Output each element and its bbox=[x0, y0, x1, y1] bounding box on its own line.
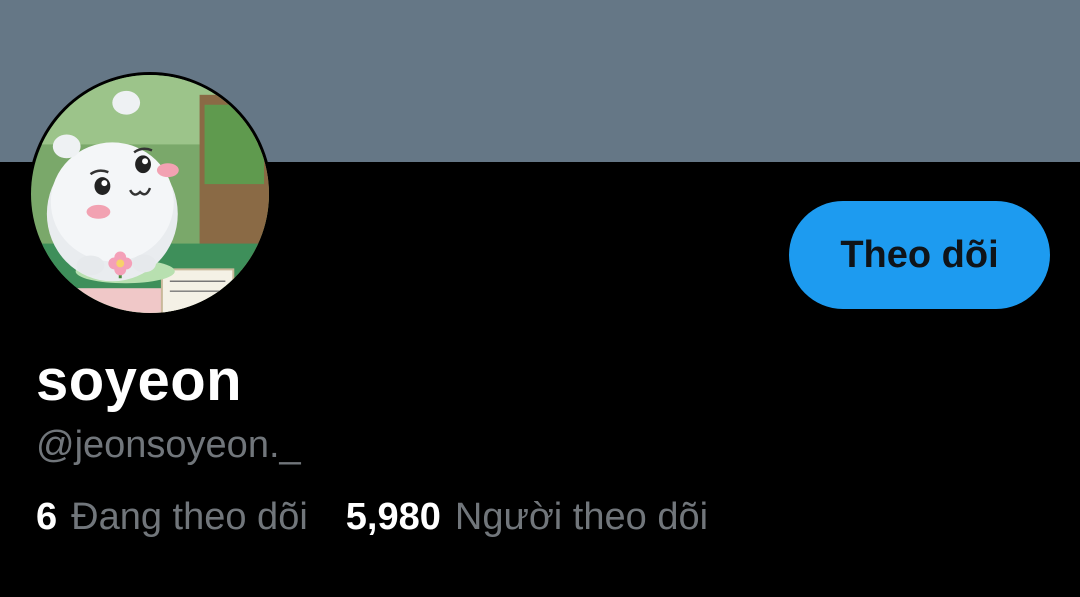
following-count: 6 bbox=[36, 496, 58, 538]
avatar[interactable] bbox=[28, 72, 272, 316]
following-label: Đang theo dõi bbox=[71, 496, 308, 538]
follow-stats: 6 Đang theo dõi 5,980 Người theo dõi bbox=[36, 492, 746, 542]
display-name: soyeon bbox=[36, 348, 243, 413]
follow-button[interactable]: Theo dõi bbox=[789, 201, 1050, 309]
followers-count: 5,980 bbox=[345, 496, 441, 538]
followers-stat-link[interactable]: 5,980 Người theo dõi bbox=[346, 492, 708, 542]
plush-character-avatar-icon bbox=[31, 75, 269, 313]
username-handle: @jeonsoyeon._ bbox=[36, 424, 301, 466]
following-stat-link[interactable]: 6 Đang theo dõi bbox=[36, 492, 308, 542]
followers-label: Người theo dõi bbox=[454, 496, 709, 538]
